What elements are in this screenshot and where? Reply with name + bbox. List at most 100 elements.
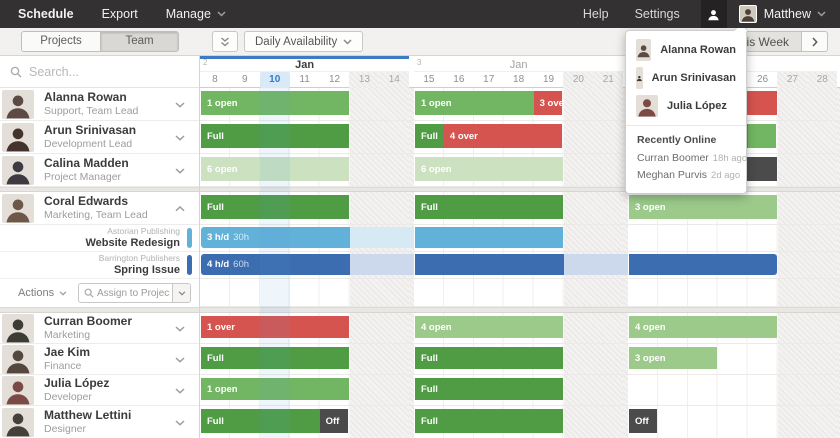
availability-bar[interactable]: Full: [201, 195, 349, 219]
project-allocation-bar[interactable]: [629, 254, 777, 275]
view-toggle: Projects Team: [21, 31, 179, 52]
weekend-carryover-bar: [564, 254, 629, 275]
menu-member-item[interactable]: Julia López: [626, 92, 746, 120]
availability-bar[interactable]: 1 open: [415, 91, 534, 115]
account-menu[interactable]: Matthew: [764, 7, 840, 21]
member-avatar: [636, 67, 643, 89]
day-header-cell: 28: [807, 72, 837, 88]
availability-bar[interactable]: 1 open: [201, 378, 349, 400]
availability-bar[interactable]: Full: [415, 124, 444, 148]
nav-manage[interactable]: Manage: [166, 7, 226, 21]
user-avatar[interactable]: [739, 5, 757, 23]
member-row-jae: Jae KimFinance: [0, 344, 199, 375]
view-selector-dropdown[interactable]: Daily Availability: [244, 31, 363, 52]
project-allocation-bar[interactable]: 4 h/d60h: [201, 254, 350, 275]
expand-row-button[interactable]: [171, 124, 189, 150]
member-avatar: [636, 95, 658, 117]
day-header-cell: 14: [379, 72, 409, 88]
tab-projects[interactable]: Projects: [22, 32, 100, 51]
member-name: Julia López: [44, 376, 109, 391]
availability-bar[interactable]: Full: [201, 124, 349, 148]
expand-row-button[interactable]: [171, 377, 189, 403]
person-icon: [707, 8, 720, 21]
availability-bar[interactable]: [748, 124, 777, 148]
day-header-cell: 15: [414, 72, 444, 88]
availability-bar[interactable]: 6 open: [201, 157, 349, 181]
day-header-cell: 12: [320, 72, 350, 88]
member-role: Designer: [44, 423, 131, 436]
member-name: Arun Srinivasan: [44, 123, 136, 138]
expand-row-button[interactable]: [171, 91, 189, 117]
availability-bar[interactable]: Full: [415, 409, 563, 433]
actions-menu[interactable]: Actions: [18, 287, 67, 299]
project-row-website-redesign: Astorian PublishingWebsite Redesign: [0, 225, 199, 252]
project-schedule-row: 3 h/d30h: [200, 225, 840, 252]
availability-bar[interactable]: Off: [320, 409, 349, 433]
chevron-down-icon: [175, 388, 185, 394]
tab-team[interactable]: Team: [100, 32, 178, 51]
collapse-all-button[interactable]: [212, 31, 238, 52]
nav-settings[interactable]: Settings: [622, 7, 693, 21]
project-allocation-bar[interactable]: 3 h/d30h: [201, 227, 350, 248]
menu-member-item[interactable]: Arun Srinivasan: [626, 64, 746, 92]
availability-bar[interactable]: 4 open: [415, 316, 563, 338]
open-project-list-button[interactable]: [172, 283, 190, 303]
availability-bar[interactable]: 6 open: [415, 157, 563, 181]
member-row-calina: Calina MaddenProject Manager: [0, 154, 199, 187]
top-navbar: Schedule Export Manage Help Settings Mat…: [0, 0, 840, 28]
search-input[interactable]: [29, 65, 179, 79]
menu-member-item[interactable]: Alanna Rowan: [626, 36, 746, 64]
assign-to-project-input[interactable]: [94, 288, 172, 299]
availability-bar[interactable]: Off: [629, 409, 657, 433]
availability-bar[interactable]: 1 open: [201, 91, 349, 115]
expand-row-button[interactable]: [171, 409, 189, 435]
search-icon: [10, 66, 22, 78]
expand-row-button[interactable]: [171, 346, 189, 372]
search-icon: [84, 288, 94, 298]
availability-bar[interactable]: 4 open: [629, 316, 777, 338]
nav-export[interactable]: Export: [102, 7, 138, 21]
chevron-down-icon: [178, 291, 186, 296]
chevron-down-icon: [817, 11, 826, 17]
availability-bar[interactable]: Full: [201, 409, 320, 433]
nav-schedule[interactable]: Schedule: [18, 7, 74, 21]
member-avatar: [2, 194, 34, 223]
nav-help[interactable]: Help: [570, 7, 622, 21]
member-row-alanna: Alanna RowanSupport, Team Lead: [0, 88, 199, 121]
double-chevron-down-icon: [220, 37, 230, 47]
day-header-cell: 19: [534, 72, 564, 88]
expand-row-button[interactable]: [171, 315, 189, 341]
chevron-up-icon: [175, 206, 185, 212]
schedule-row: 1 open Full: [200, 375, 840, 406]
member-role: Marketing: [44, 329, 132, 342]
user-menu-button[interactable]: [701, 0, 727, 28]
availability-bar[interactable]: 1 over: [201, 316, 349, 338]
actions-schedule-row: [200, 279, 840, 307]
availability-bar[interactable]: Full: [415, 195, 563, 219]
day-header-cell: 18: [504, 72, 534, 88]
day-header-cell: 11: [290, 72, 320, 88]
collapse-row-button[interactable]: [171, 195, 189, 221]
availability-bar[interactable]: 3 over: [534, 91, 563, 115]
availability-bar[interactable]: Full: [415, 347, 563, 369]
member-name: Jae Kim: [44, 345, 90, 360]
availability-bar[interactable]: Full: [415, 378, 563, 400]
availability-bar[interactable]: 3 open: [629, 195, 777, 219]
recently-online-item[interactable]: Meghan Purvis2d ago: [637, 169, 735, 181]
availability-bar[interactable]: 4 over: [444, 124, 563, 148]
day-header-cell: 26: [748, 72, 778, 88]
expand-row-button[interactable]: [171, 157, 189, 183]
project-allocation-bar[interactable]: [415, 254, 564, 275]
day-header-cell: 9: [230, 72, 260, 88]
recently-online-item[interactable]: Curran Boomer18h ago: [637, 152, 735, 164]
availability-bar[interactable]: 3 open: [629, 347, 717, 369]
day-header-cell: 16: [444, 72, 474, 88]
chevron-down-icon: [175, 135, 185, 141]
project-allocation-bar[interactable]: [415, 227, 563, 248]
member-avatar: [2, 123, 34, 152]
month-label: Jan: [200, 56, 409, 72]
last-seen-time: 18h ago: [713, 153, 747, 164]
availability-bar[interactable]: Full: [201, 347, 349, 369]
next-week-button[interactable]: [802, 31, 828, 52]
week-header: 3Jan15161718192021: [414, 56, 623, 88]
